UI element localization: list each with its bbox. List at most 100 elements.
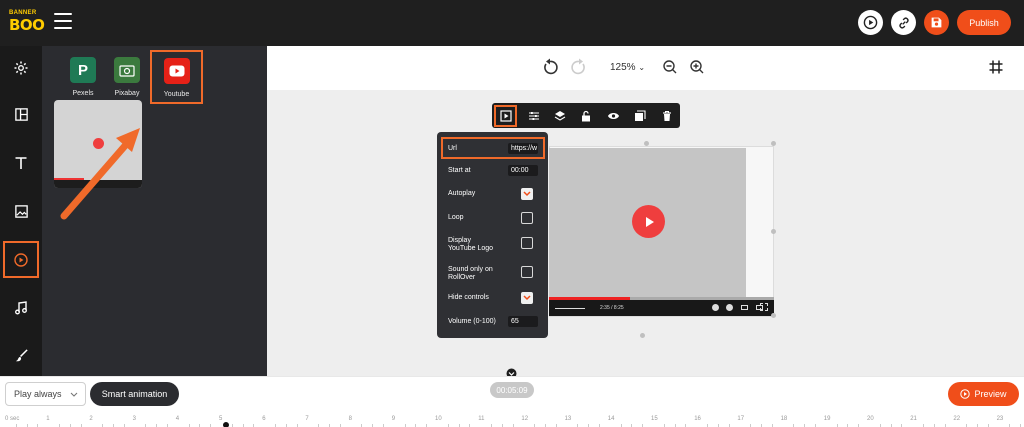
duplicate-button[interactable] <box>631 107 649 125</box>
timeline-tick-label: 21 <box>910 416 917 422</box>
app-logo[interactable]: BANNER BOO <box>9 10 45 36</box>
sidebar-item-settings[interactable] <box>0 52 42 84</box>
settings-gear-icon[interactable] <box>726 304 733 311</box>
sound-label-line-2: RollOver <box>448 274 476 281</box>
video-settings-icon <box>499 110 512 122</box>
timeline-tick-label: 3 <box>132 416 136 422</box>
duplicate-icon <box>635 110 646 121</box>
pexels-logo: P <box>70 57 96 83</box>
video-play-button[interactable] <box>632 205 665 238</box>
loop-checkbox[interactable] <box>521 212 533 224</box>
timeline-tick-label: 23 <box>996 416 1004 422</box>
timeline-tick-label: 11 <box>478 416 485 422</box>
timeline-tick-label: 5 <box>219 416 223 422</box>
youtube-logo-checkbox[interactable] <box>521 237 533 249</box>
media-panel: P Pexels Pixabay Youtube <box>42 46 267 376</box>
fullscreen-icon[interactable] <box>760 303 768 311</box>
play-mode-value: Play always <box>14 389 62 399</box>
source-label: Pexels <box>72 90 94 97</box>
top-bar: BANNER BOO Publish <box>0 0 1024 46</box>
preview-button[interactable]: Preview <box>948 382 1019 406</box>
cc-icon[interactable] <box>712 304 719 311</box>
video-time: 2:35 / 8:25 <box>600 305 624 311</box>
text-icon <box>15 157 27 169</box>
timeline-tick-label: 1 <box>46 416 50 422</box>
layers-icon <box>554 111 566 121</box>
hint-arrow-icon <box>60 128 140 220</box>
sound-rollover-checkbox[interactable] <box>521 266 533 278</box>
sound-label: Sound only on RollOver <box>448 266 493 282</box>
video-play-icon <box>14 252 28 267</box>
sidebar-item-video[interactable] <box>3 241 39 278</box>
duration-display: 00:05:09 <box>490 382 534 398</box>
timeline-tick-label: 9 <box>391 416 396 422</box>
zoom-in-icon[interactable] <box>689 59 705 75</box>
chevron-down-icon: ⌄ <box>638 63 646 72</box>
redo-icon[interactable] <box>570 58 588 76</box>
link-icon <box>898 17 909 28</box>
check-icon <box>523 191 531 197</box>
timeline-tick-label: 7 <box>305 416 309 422</box>
smart-animation-button[interactable]: Smart animation <box>90 382 179 406</box>
rotate-handle[interactable] <box>640 333 645 338</box>
share-link-button[interactable] <box>891 10 916 35</box>
play-circle-icon <box>960 389 971 399</box>
youtube-logo <box>163 58 190 84</box>
video-settings-panel: Url https://w Start at 00:00 Autoplay Lo… <box>437 132 548 338</box>
preview-play-button[interactable] <box>858 10 883 35</box>
adjust-button[interactable] <box>525 107 543 125</box>
menu-icon[interactable] <box>54 13 72 31</box>
lock-button[interactable] <box>577 107 595 125</box>
play-mode-select[interactable]: Play always <box>5 382 86 406</box>
resize-handle-top-right[interactable] <box>771 141 776 146</box>
sliders-icon <box>529 112 539 120</box>
source-label: Youtube <box>163 91 190 98</box>
undo-icon[interactable] <box>541 58 559 76</box>
resize-handle-top[interactable] <box>644 141 649 146</box>
save-icon <box>931 17 942 28</box>
preview-label: Preview <box>974 389 1007 399</box>
resize-handle-right[interactable] <box>771 229 776 234</box>
volume-field[interactable]: 65 <box>508 316 538 327</box>
zoom-out-icon[interactable] <box>662 59 678 75</box>
timeline-playhead[interactable] <box>223 422 229 427</box>
layers-button[interactable] <box>551 107 569 125</box>
gear-icon <box>14 61 28 75</box>
hide-controls-checkbox[interactable] <box>521 292 533 304</box>
sidebar-item-text[interactable] <box>0 147 42 179</box>
sidebar-item-image[interactable] <box>0 195 42 227</box>
unlock-icon <box>582 110 590 122</box>
save-button[interactable] <box>924 10 949 35</box>
volume-slider[interactable] <box>555 308 585 309</box>
grid-icon[interactable] <box>988 59 1004 75</box>
video-settings-button[interactable] <box>494 105 517 127</box>
publish-button[interactable]: Publish <box>957 10 1011 35</box>
miniplayer-icon[interactable] <box>741 305 748 310</box>
zoom-value: 125% <box>610 62 636 73</box>
sound-label-line-1: Sound only on <box>448 266 493 273</box>
timeline-tick-label: 20 <box>867 416 874 422</box>
pixabay-logo <box>114 57 140 83</box>
timeline-tick-label: 18 <box>780 416 788 422</box>
source-youtube[interactable]: Youtube <box>150 50 203 104</box>
tool-rail <box>0 46 42 376</box>
visibility-button[interactable] <box>604 107 622 125</box>
layout-icon <box>14 107 28 121</box>
delete-button[interactable] <box>658 107 676 125</box>
timeline-tick-label: 0 sec <box>5 416 20 422</box>
brush-icon <box>15 348 28 361</box>
autoplay-checkbox[interactable] <box>521 188 533 200</box>
sidebar-item-brush[interactable] <box>0 339 42 371</box>
timeline-tick-label: 17 <box>737 416 745 422</box>
eye-icon <box>607 113 619 119</box>
music-icon <box>15 301 27 315</box>
zoom-select[interactable]: 125% ⌄ <box>610 62 645 73</box>
source-label: Pixabay <box>114 90 140 97</box>
start-field[interactable]: 00:00 <box>508 165 538 176</box>
play-icon <box>645 216 654 227</box>
sidebar-item-audio[interactable] <box>0 292 42 324</box>
sidebar-item-layout[interactable] <box>0 98 42 130</box>
timeline-tick-label: 6 <box>262 416 266 422</box>
resize-handle-bottom-right[interactable] <box>771 313 776 318</box>
timeline-tick-label: 4 <box>175 416 180 422</box>
